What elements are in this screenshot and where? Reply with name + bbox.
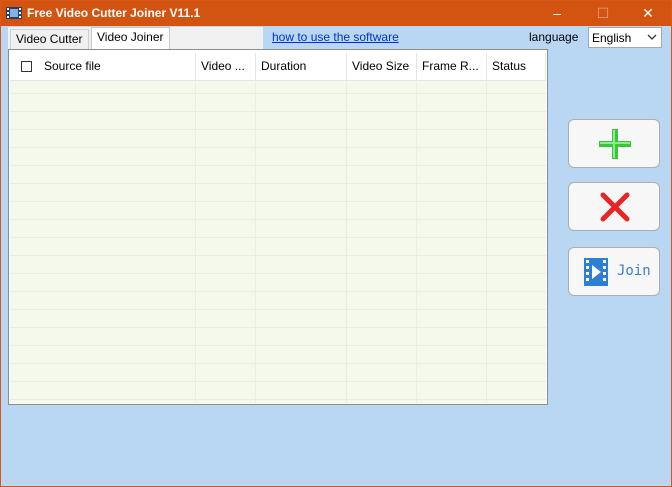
column-divider — [346, 80, 347, 403]
x-icon — [600, 192, 630, 222]
column-divider — [416, 80, 417, 403]
join-button[interactable]: Join — [568, 247, 660, 296]
column-video-size[interactable]: Video Size — [347, 53, 417, 80]
remove-file-button[interactable] — [568, 182, 660, 231]
help-link[interactable]: how to use the software — [272, 30, 399, 44]
language-select[interactable]: English — [588, 27, 662, 48]
joiner-panel: Source file Video ... Duration Video Siz… — [8, 49, 548, 405]
maximize-button[interactable]: ☐ — [580, 1, 626, 26]
film-app-icon — [6, 7, 22, 19]
add-file-button[interactable] — [568, 119, 660, 168]
plus-icon — [599, 129, 631, 159]
column-duration[interactable]: Duration — [256, 53, 347, 80]
window-title: Free Video Cutter Joiner V11.1 — [27, 6, 201, 20]
column-divider — [195, 80, 196, 403]
column-frame-rate[interactable]: Frame R... — [417, 53, 487, 80]
file-list[interactable]: Source file Video ... Duration Video Siz… — [10, 53, 546, 403]
column-video[interactable]: Video ... — [196, 53, 256, 80]
tab-video-cutter[interactable]: Video Cutter — [10, 29, 89, 49]
language-label: language — [529, 30, 579, 44]
main-window: Free Video Cutter Joiner V11.1 – ☐ ✕ Vid… — [0, 0, 672, 487]
column-source-file[interactable]: Source file — [10, 53, 196, 80]
join-button-label: Join — [617, 263, 651, 279]
column-divider — [255, 80, 256, 403]
close-button[interactable]: ✕ — [625, 1, 671, 26]
column-status[interactable]: Status — [487, 53, 546, 80]
minimize-button[interactable]: – — [534, 1, 580, 26]
tab-video-joiner[interactable]: Video Joiner — [91, 27, 170, 50]
title-bar[interactable]: Free Video Cutter Joiner V11.1 – ☐ ✕ — [1, 1, 671, 26]
tab-strip: Video Cutter Video Joiner — [8, 27, 263, 50]
select-all-checkbox[interactable] — [21, 61, 32, 72]
column-divider — [486, 80, 487, 403]
chevron-down-icon — [647, 34, 657, 40]
table-header: Source file Video ... Duration Video Siz… — [10, 53, 546, 81]
film-play-icon — [584, 258, 608, 286]
language-selected-value: English — [592, 31, 632, 45]
